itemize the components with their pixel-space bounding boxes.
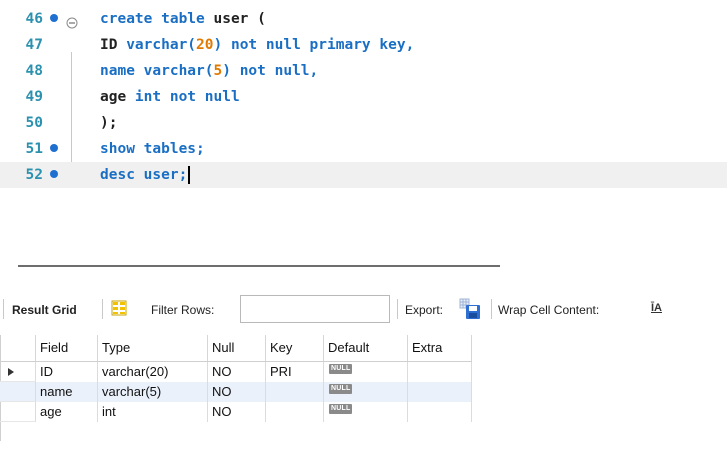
- table-cell-key[interactable]: [266, 402, 324, 422]
- table-cell-null[interactable]: NO: [208, 402, 266, 422]
- table-cell-extra[interactable]: [408, 382, 472, 402]
- row-header[interactable]: [0, 382, 36, 402]
- code-line[interactable]: 47 ID varchar(20) not null primary key,: [0, 32, 727, 58]
- table-cell-key[interactable]: PRI: [266, 362, 324, 382]
- code-text: create table user (: [100, 6, 266, 32]
- fold-toggle-icon[interactable]: [66, 12, 78, 29]
- table-cell-null[interactable]: NO: [208, 362, 266, 382]
- code-token: ) not null,: [222, 63, 319, 79]
- code-text: ID varchar(20) not null primary key,: [100, 32, 414, 58]
- table-cell-type[interactable]: int: [98, 402, 208, 422]
- code-token: desc user;: [100, 167, 188, 183]
- code-token: age: [100, 89, 135, 105]
- code-text: show tables;: [100, 136, 205, 162]
- column-header[interactable]: Key: [266, 335, 324, 361]
- code-token: varchar(: [126, 37, 197, 53]
- code-line[interactable]: 48 name varchar(5) not null,: [0, 58, 727, 84]
- code-line[interactable]: 49 age int not null: [0, 84, 727, 110]
- null-badge: NULL: [329, 404, 353, 414]
- toolbar-separator: [102, 299, 103, 319]
- table-cell-type[interactable]: varchar(20): [98, 362, 208, 382]
- result-grid-tab[interactable]: Result Grid: [12, 303, 77, 317]
- statement-marker-icon[interactable]: [50, 14, 58, 22]
- code-token: 20: [196, 37, 214, 53]
- line-number: 50: [25, 115, 43, 131]
- export-label: Export:: [405, 303, 444, 317]
- null-badge: NULL: [329, 364, 353, 374]
- line-number: 52: [25, 167, 43, 183]
- table-cell-field[interactable]: ID: [36, 362, 98, 382]
- row-header[interactable]: [0, 362, 36, 382]
- code-token: ID: [100, 37, 127, 53]
- row-header-corner: [0, 335, 36, 361]
- form-grid-icon[interactable]: [111, 300, 127, 316]
- row-header[interactable]: [0, 402, 36, 422]
- code-line[interactable]: 50);: [0, 110, 727, 136]
- null-badge: NULL: [329, 384, 353, 394]
- filter-rows-input[interactable]: [240, 295, 390, 323]
- line-number: 49: [25, 89, 43, 105]
- code-text: age int not null: [100, 84, 240, 110]
- table-cell-field[interactable]: age: [36, 402, 98, 422]
- panel-splitter[interactable]: [18, 265, 500, 267]
- code-token: user (: [204, 11, 266, 27]
- toolbar-separator: [491, 299, 492, 319]
- column-header[interactable]: Field: [36, 335, 98, 361]
- statement-marker-icon[interactable]: [50, 144, 58, 152]
- code-token: );: [100, 115, 118, 131]
- code-token: name varchar(: [100, 63, 214, 79]
- line-number: 51: [25, 141, 43, 157]
- line-number: 48: [25, 63, 43, 79]
- code-line[interactable]: 46 create table user (: [0, 6, 727, 32]
- line-number: 47: [25, 37, 43, 53]
- sql-editor[interactable]: 46 create table user (47 ID varchar(20) no…: [0, 0, 727, 240]
- code-line[interactable]: 52 desc user;: [0, 162, 727, 188]
- line-number: 46: [25, 11, 43, 27]
- code-text: desc user;: [100, 162, 190, 188]
- table-cell-null[interactable]: NO: [208, 382, 266, 402]
- code-text: );: [100, 110, 117, 136]
- table-cell-extra[interactable]: [408, 362, 472, 382]
- result-toolbar: Result Grid Filter Rows: Export: Wrap Ce…: [0, 293, 727, 327]
- table-cell-default[interactable]: NULL: [324, 402, 408, 422]
- code-token: create table: [100, 11, 205, 27]
- table-cell-default[interactable]: NULL: [324, 382, 408, 402]
- current-row-arrow-icon: [8, 368, 14, 376]
- column-header[interactable]: Extra: [408, 335, 472, 361]
- table-cell-default[interactable]: NULL: [324, 362, 408, 382]
- table-cell-field[interactable]: name: [36, 382, 98, 402]
- table-row[interactable]: ID varchar(20) NO PRI NULL: [0, 362, 472, 382]
- column-header[interactable]: Type: [98, 335, 208, 361]
- table-cell-key[interactable]: [266, 382, 324, 402]
- code-token: int not null: [134, 89, 240, 105]
- toolbar-separator: [397, 299, 398, 319]
- code-line[interactable]: 51 show tables;: [0, 136, 727, 162]
- code-token: show tables;: [100, 141, 205, 157]
- table-row[interactable]: age int NO NULL: [0, 402, 472, 422]
- toolbar-separator: [3, 299, 4, 319]
- code-text: name varchar(5) not null,: [100, 58, 318, 84]
- statement-marker-icon[interactable]: [50, 170, 58, 178]
- export-icon[interactable]: [459, 298, 481, 320]
- table-row[interactable]: name varchar(5) NO NULL: [0, 382, 472, 402]
- code-token: ) not null primary key,: [213, 37, 415, 53]
- wrap-cell-content-icon[interactable]: ĪA: [651, 302, 662, 314]
- column-header[interactable]: Default: [324, 335, 408, 361]
- code-token: 5: [213, 63, 223, 79]
- filter-rows-label: Filter Rows:: [151, 303, 215, 317]
- column-header[interactable]: Null: [208, 335, 266, 361]
- text-caret: [188, 166, 190, 184]
- table-cell-extra[interactable]: [408, 402, 472, 422]
- table-cell-type[interactable]: varchar(5): [98, 382, 208, 402]
- wrap-cell-content-label: Wrap Cell Content:: [498, 303, 600, 317]
